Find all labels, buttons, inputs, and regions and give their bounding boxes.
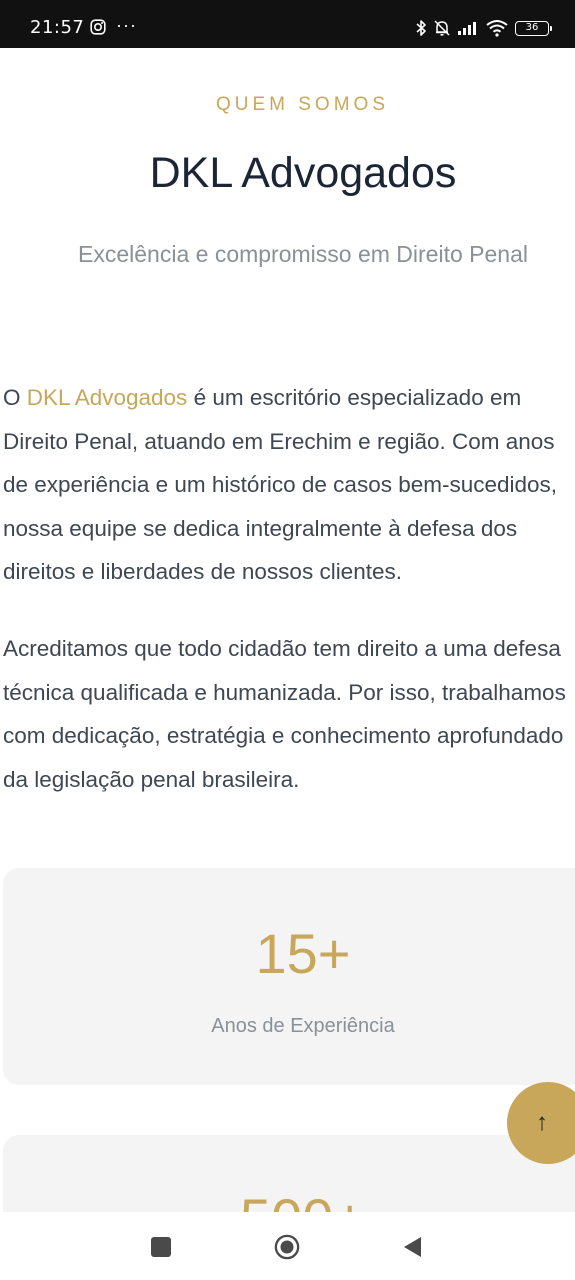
paragraph-line: técnica qualificada e humanizada. Por is… bbox=[3, 679, 566, 705]
paragraph-line: O DKL Advogados é um escritório especial… bbox=[3, 376, 575, 420]
battery-level: 36 bbox=[525, 22, 539, 33]
arrow-up-icon: ↑ bbox=[536, 1109, 548, 1136]
stat-card-experience: 15+ Anos de Experiência bbox=[3, 868, 575, 1085]
wifi-icon bbox=[485, 19, 509, 37]
back-icon bbox=[404, 1237, 421, 1257]
paragraph-line: Acreditamos que todo cidadão tem direito… bbox=[3, 636, 561, 661]
battery-icon: 36 bbox=[515, 20, 552, 36]
paragraph-text: O bbox=[3, 385, 27, 410]
status-bar: 21:57 ··· 36 bbox=[0, 0, 575, 48]
paragraph-line: da legislação penal brasileira. bbox=[3, 766, 300, 792]
more-notifications-icon: ··· bbox=[116, 15, 137, 35]
recents-button[interactable] bbox=[148, 1234, 174, 1260]
page-subtitle: Excelência e compromisso em Direito Pena… bbox=[78, 241, 528, 267]
about-section: QUEM SOMOS DKL Advogados Excelência e co… bbox=[0, 48, 575, 1212]
home-button[interactable] bbox=[274, 1234, 300, 1260]
stat-number: 15+ bbox=[255, 922, 351, 985]
status-time: 21:57 bbox=[30, 17, 85, 38]
stat-label: Anos de Experiência bbox=[211, 1015, 395, 1037]
section-eyebrow: QUEM SOMOS bbox=[215, 94, 389, 115]
system-navigation-bar bbox=[0, 1212, 575, 1280]
instagram-icon bbox=[90, 19, 106, 35]
status-icons: 36 bbox=[415, 16, 552, 40]
bluetooth-icon bbox=[415, 19, 427, 37]
paragraph-line: nossa equipe se dedica integralmente à d… bbox=[3, 515, 518, 541]
about-paragraph-2: Acreditamos que todo cidadão tem direito… bbox=[3, 627, 575, 801]
paragraph-text: é um escritório especializado em bbox=[187, 385, 522, 410]
paragraph-line: com dedicação, estratégia e conhecimento… bbox=[3, 723, 564, 748]
home-icon bbox=[274, 1234, 300, 1260]
paragraph-line: Direito Penal, atuando em Erechim e regi… bbox=[3, 428, 555, 454]
paragraph-line: direitos e liberdades de nossos clientes… bbox=[3, 559, 402, 584]
stat-number: 500+ bbox=[3, 1187, 575, 1212]
signal-icon bbox=[457, 20, 479, 36]
page-title: DKL Advogados bbox=[149, 149, 457, 197]
recents-icon bbox=[151, 1237, 171, 1257]
paragraph-line: de experiência e um histórico de casos b… bbox=[3, 472, 558, 497]
firm-name-highlight: DKL Advogados bbox=[26, 385, 188, 410]
notifications-off-icon bbox=[433, 19, 451, 37]
stat-card-cases: 500+ bbox=[3, 1135, 575, 1212]
about-paragraph-1: O DKL Advogados é um escritório especial… bbox=[3, 376, 575, 594]
back-button[interactable] bbox=[400, 1234, 426, 1260]
